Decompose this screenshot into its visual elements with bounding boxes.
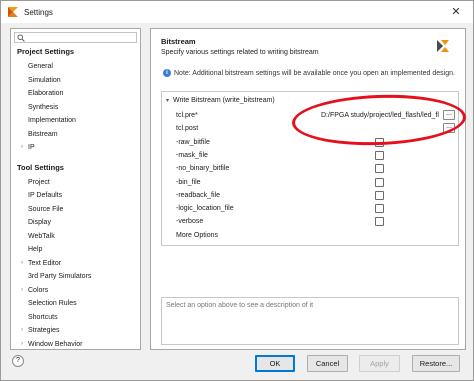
- property-row: -logic_location_file: [162, 202, 458, 215]
- restore-button[interactable]: Restore...: [412, 355, 460, 372]
- nav-item-window-behavior[interactable]: Window Behavior: [28, 338, 82, 351]
- property-label: -logic_location_file: [176, 205, 234, 213]
- nav-item-simulation[interactable]: Simulation: [28, 74, 61, 87]
- search-input[interactable]: [27, 33, 127, 42]
- property-checkbox[interactable]: [375, 190, 384, 200]
- search-field[interactable]: [14, 32, 137, 43]
- window-title: Settings: [24, 7, 53, 17]
- property-row: -bin_file: [162, 176, 458, 189]
- nav-item-strategies[interactable]: Strategies: [28, 324, 60, 337]
- cancel-button[interactable]: Cancel: [307, 355, 348, 372]
- chevron-right-icon[interactable]: ›: [21, 257, 23, 270]
- chevron-right-icon[interactable]: ›: [21, 338, 23, 351]
- property-row: -raw_bitfile: [162, 136, 458, 149]
- help-button[interactable]: ?: [12, 355, 24, 367]
- vivado-app-icon: [8, 7, 18, 17]
- group-label: Write Bitstream (write_bitstream): [172, 97, 275, 104]
- group-header[interactable]: ▾ Write Bitstream (write_bitstream): [162, 95, 458, 106]
- properties-table: ▾ Write Bitstream (write_bitstream) tcl.…: [161, 91, 459, 246]
- nav-item-colors[interactable]: Colors: [28, 284, 48, 297]
- search-icon: [17, 33, 25, 42]
- info-icon: i: [163, 69, 171, 77]
- nav-item-webtalk[interactable]: WebTalk: [28, 230, 55, 243]
- property-row: -no_binary_bitfile: [162, 162, 458, 175]
- nav-item-source-file[interactable]: Source File: [28, 203, 63, 216]
- property-label: -mask_file: [176, 151, 208, 159]
- nav-item-display[interactable]: Display: [28, 216, 51, 229]
- nav-item-ip[interactable]: IP: [28, 141, 35, 154]
- note-text: Note: Additional bitstream settings will…: [174, 69, 455, 77]
- property-row: -mask_file: [162, 149, 458, 162]
- close-icon[interactable]: ✕: [449, 5, 463, 19]
- nav-item-bitstream[interactable]: Bitstream: [28, 128, 58, 141]
- nav-item-3rd-party-simulators[interactable]: 3rd Party Simulators: [28, 270, 91, 283]
- property-value-field[interactable]: D:/FPGA study/project/led_flash/led_fla.…: [313, 110, 439, 121]
- browse-button[interactable]: ...: [443, 123, 455, 134]
- property-checkbox[interactable]: [375, 150, 384, 160]
- settings-navigation: Project Settings General Simulation Elabora…: [10, 28, 141, 350]
- property-checkbox[interactable]: [375, 164, 384, 174]
- browse-button[interactable]: ...: [443, 110, 455, 120]
- property-row: -readback_file: [162, 189, 458, 202]
- property-label: tcl.post: [176, 125, 199, 133]
- property-checkbox[interactable]: [375, 177, 384, 187]
- apply-button[interactable]: Apply: [359, 355, 400, 372]
- property-value-field[interactable]: [313, 123, 439, 134]
- nav-item-help[interactable]: Help: [28, 243, 42, 256]
- nav-item-elaboration[interactable]: Elaboration: [28, 87, 63, 100]
- description-panel: Select an option above to see a descript…: [161, 297, 459, 345]
- nav-item-text-editor[interactable]: Text Editor: [28, 257, 61, 270]
- property-checkbox[interactable]: [375, 137, 384, 147]
- property-row: tcl.post...: [162, 122, 458, 135]
- note-bar: i Note: Additional bitstream settings wi…: [151, 67, 465, 79]
- property-label: -bin_file: [176, 178, 201, 186]
- property-label: -no_binary_bitfile: [176, 165, 230, 173]
- nav-item-general[interactable]: General: [28, 60, 53, 73]
- chevron-right-icon[interactable]: ›: [21, 324, 23, 337]
- title-bar: Settings ✕: [1, 1, 473, 23]
- chevron-right-icon[interactable]: ›: [21, 284, 23, 297]
- vivado-logo-icon: [437, 40, 449, 52]
- nav-item-implementation[interactable]: Implementation: [28, 114, 76, 127]
- page-subtitle: Specify various settings related to writ…: [161, 49, 319, 56]
- settings-window: Settings ✕ Project Settings General Simula…: [0, 0, 474, 381]
- nav-section-tool-settings: Tool Settings: [17, 162, 64, 172]
- description-placeholder: Select an option above to see a descript…: [166, 302, 314, 309]
- chevron-down-icon: ▾: [166, 98, 170, 104]
- ok-button[interactable]: OK: [255, 355, 295, 372]
- page-header: Bitstream Specify various settings relat…: [151, 29, 465, 62]
- nav-item-selection-rules[interactable]: Selection Rules: [28, 297, 77, 310]
- nav-item-synthesis[interactable]: Synthesis: [28, 101, 58, 114]
- property-label: -raw_bitfile: [176, 138, 210, 146]
- property-row: -verbose: [162, 215, 458, 228]
- chevron-right-icon[interactable]: ›: [21, 141, 23, 154]
- property-row: tcl.pre* D:/FPGA study/project/led_flash/…: [162, 109, 458, 122]
- nav-item-ip-defaults[interactable]: IP Defaults: [28, 189, 62, 202]
- property-label: -readback_file: [176, 191, 220, 199]
- page-title: Bitstream: [161, 37, 196, 46]
- property-checkbox[interactable]: [375, 217, 384, 227]
- nav-item-project[interactable]: Project: [28, 176, 50, 189]
- property-label: -verbose: [176, 218, 204, 226]
- property-row[interactable]: More Options: [162, 229, 458, 242]
- settings-content: Bitstream Specify various settings relat…: [150, 28, 466, 350]
- property-checkbox[interactable]: [375, 204, 384, 214]
- property-label: tcl.pre*: [176, 112, 198, 119]
- nav-section-project-settings: Project Settings: [17, 47, 75, 56]
- nav-item-shortcuts[interactable]: Shortcuts: [28, 311, 58, 324]
- property-label: More Options: [176, 231, 219, 239]
